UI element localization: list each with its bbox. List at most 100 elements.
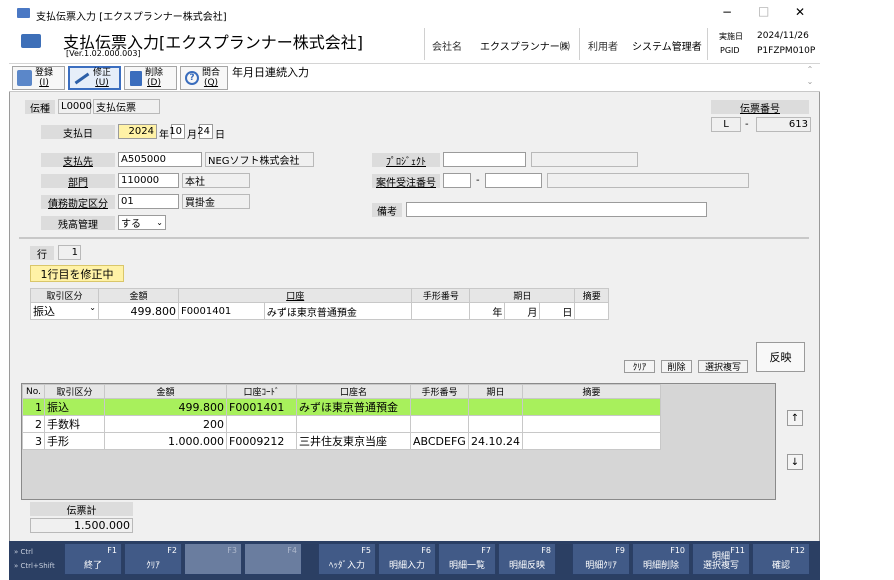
f11-button[interactable]: F11 明細 選択複写 bbox=[692, 543, 750, 575]
order-name bbox=[547, 173, 749, 188]
inquiry-button[interactable]: ? 問合 (Q) bbox=[180, 66, 228, 90]
pen-icon bbox=[74, 72, 90, 84]
maximize-button[interactable]: □ bbox=[758, 4, 769, 18]
add-document-icon bbox=[17, 70, 32, 86]
inquiry-key: (Q) bbox=[203, 78, 219, 88]
table-row[interactable]: 3 手形 1.000.000 F0009212 三井住友東京当座 ABCDEFG… bbox=[22, 432, 661, 450]
account-name: 買掛金 bbox=[182, 194, 250, 209]
detail-header-account[interactable]: 口座 bbox=[177, 288, 413, 303]
modify-button[interactable]: 修正 (U) bbox=[68, 66, 121, 90]
slip-type-code: L0000 bbox=[58, 99, 92, 114]
dept-label[interactable]: 部門 bbox=[41, 174, 115, 189]
detail-account-code[interactable]: F0001401 bbox=[178, 302, 265, 320]
order-dash: - bbox=[476, 175, 480, 186]
clear-button[interactable]: ｸﾘｱ bbox=[624, 360, 655, 373]
toolbar-scrollbar[interactable]: ⌃ ⌄ bbox=[802, 64, 818, 92]
order-input-2[interactable] bbox=[485, 173, 542, 188]
apply-button[interactable]: 反映 bbox=[756, 342, 805, 372]
detail-header-note: 手形番号 bbox=[411, 288, 471, 303]
balance-select[interactable]: する ⌄ bbox=[118, 215, 166, 230]
table-row[interactable]: 1 振込 499.800 F0001401 みずほ東京普通預金 bbox=[22, 398, 661, 416]
minimize-button[interactable]: − bbox=[722, 5, 732, 19]
month-input[interactable]: 10 bbox=[169, 124, 185, 139]
table-row[interactable]: 2 手数料 200 bbox=[22, 415, 661, 433]
f7-button[interactable]: F7 明細一覧 bbox=[438, 543, 496, 575]
f5-button[interactable]: F5 ﾍｯﾀﾞ入力 bbox=[318, 543, 376, 575]
payee-code-input[interactable]: A505000 bbox=[118, 152, 202, 167]
f10-button[interactable]: F10 明細削除 bbox=[632, 543, 690, 575]
row-value: 1 bbox=[58, 245, 81, 260]
account-label[interactable]: 債務勘定区分 bbox=[41, 195, 115, 210]
list-header-type: 取引区分 bbox=[44, 384, 105, 399]
f4-button: F4 bbox=[244, 543, 302, 575]
move-up-button[interactable]: ↑ bbox=[787, 410, 803, 426]
user-value: システム管理者 bbox=[632, 42, 702, 53]
list-cell: 1.000.000 bbox=[104, 432, 227, 450]
detail-summary-input[interactable] bbox=[574, 302, 609, 320]
dept-code-input[interactable]: 110000 bbox=[118, 173, 179, 188]
list-cell: みずほ東京普通預金 bbox=[296, 398, 411, 416]
project-label[interactable]: ﾌﾟﾛｼﾞｪｸﾄ bbox=[372, 153, 440, 168]
delete-row-button[interactable]: 削除 bbox=[661, 360, 692, 373]
arrow-down-icon: ↓ bbox=[790, 456, 800, 468]
slip-no-prefix: L bbox=[711, 117, 741, 132]
list-cell bbox=[468, 398, 523, 416]
detail-month-unit: 月 bbox=[527, 307, 538, 319]
modify-key: (U) bbox=[95, 78, 109, 88]
list-cell: 2 bbox=[22, 415, 45, 433]
register-button[interactable]: 登録 (I) bbox=[12, 66, 65, 90]
project-input[interactable] bbox=[443, 152, 526, 167]
detail-due-month[interactable]: 月 bbox=[504, 302, 541, 320]
ctrlshift-label: » Ctrl+Shift bbox=[14, 562, 55, 570]
order-input-1[interactable] bbox=[443, 173, 471, 188]
list-header-summary: 摘要 bbox=[522, 384, 661, 399]
year-input[interactable]: 2024 bbox=[118, 124, 157, 139]
f3-button: F3 bbox=[184, 543, 242, 575]
detail-header-due: 期日 bbox=[469, 288, 576, 303]
slip-no-label: 伝票番号 bbox=[711, 100, 809, 115]
list-cell: 振込 bbox=[44, 398, 105, 416]
chevron-up-icon: ⌃ bbox=[806, 65, 814, 74]
app-icon bbox=[17, 8, 30, 18]
pgid-value: P1FZPM010P bbox=[757, 46, 816, 56]
list-header-due: 期日 bbox=[468, 384, 523, 399]
order-label[interactable]: 案件受注番号 bbox=[372, 174, 440, 189]
detail-type-value: 振込 bbox=[33, 305, 55, 318]
account-code-input[interactable]: 01 bbox=[118, 194, 179, 209]
slip-type-name: 支払伝票 bbox=[93, 99, 160, 114]
detail-due-year[interactable]: 年 bbox=[469, 302, 506, 320]
f1-button[interactable]: F1 終了 bbox=[64, 543, 122, 575]
list-cell bbox=[468, 415, 523, 433]
close-button[interactable]: ✕ bbox=[795, 5, 805, 19]
remarks-input[interactable] bbox=[406, 202, 707, 217]
f8-button[interactable]: F8 明細反映 bbox=[498, 543, 556, 575]
header-divider bbox=[707, 28, 708, 60]
payee-label[interactable]: 支払先 bbox=[41, 153, 115, 168]
f12-button[interactable]: F12 確認 bbox=[752, 543, 810, 575]
detail-account-name: みずほ東京普通預金 bbox=[263, 302, 413, 320]
total-label: 伝票計 bbox=[30, 502, 133, 517]
move-down-button[interactable]: ↓ bbox=[787, 454, 803, 470]
section-divider bbox=[19, 237, 809, 239]
detail-note-input[interactable] bbox=[411, 302, 471, 320]
day-input[interactable]: 24 bbox=[197, 124, 213, 139]
detail-header-amount: 金額 bbox=[98, 288, 179, 303]
list-header-account-code: 口座ｺｰﾄﾞ bbox=[226, 384, 297, 399]
f2-button[interactable]: F2 ｸﾘｱ bbox=[124, 543, 182, 575]
list-cell: 手数料 bbox=[44, 415, 105, 433]
list-cell: 1 bbox=[22, 398, 45, 416]
chevron-down-icon: ⌄ bbox=[156, 218, 163, 227]
app-header: 支払伝票入力[エクスプランナー株式会社] [Ver.1.02.000.003] … bbox=[9, 26, 820, 64]
f6-button[interactable]: F6 明細入力 bbox=[378, 543, 436, 575]
f9-button[interactable]: F9 明細ｸﾘｱ bbox=[572, 543, 630, 575]
delete-button[interactable]: 削除 (D) bbox=[124, 66, 177, 90]
list-cell: 3 bbox=[22, 432, 45, 450]
row-label: 行 bbox=[30, 246, 54, 261]
detail-amount-input[interactable]: 499.800 bbox=[98, 302, 179, 320]
detail-type-select[interactable]: 振込 ⌄ bbox=[30, 302, 99, 320]
copy-button[interactable]: 選択複写 bbox=[698, 360, 748, 373]
window-title: 支払伝票入力 [エクスプランナー株式会社] bbox=[36, 12, 227, 23]
status-badge: 1行目を修正中 bbox=[30, 265, 124, 282]
detail-due-day[interactable]: 日 bbox=[539, 302, 576, 320]
list-cell bbox=[296, 415, 411, 433]
